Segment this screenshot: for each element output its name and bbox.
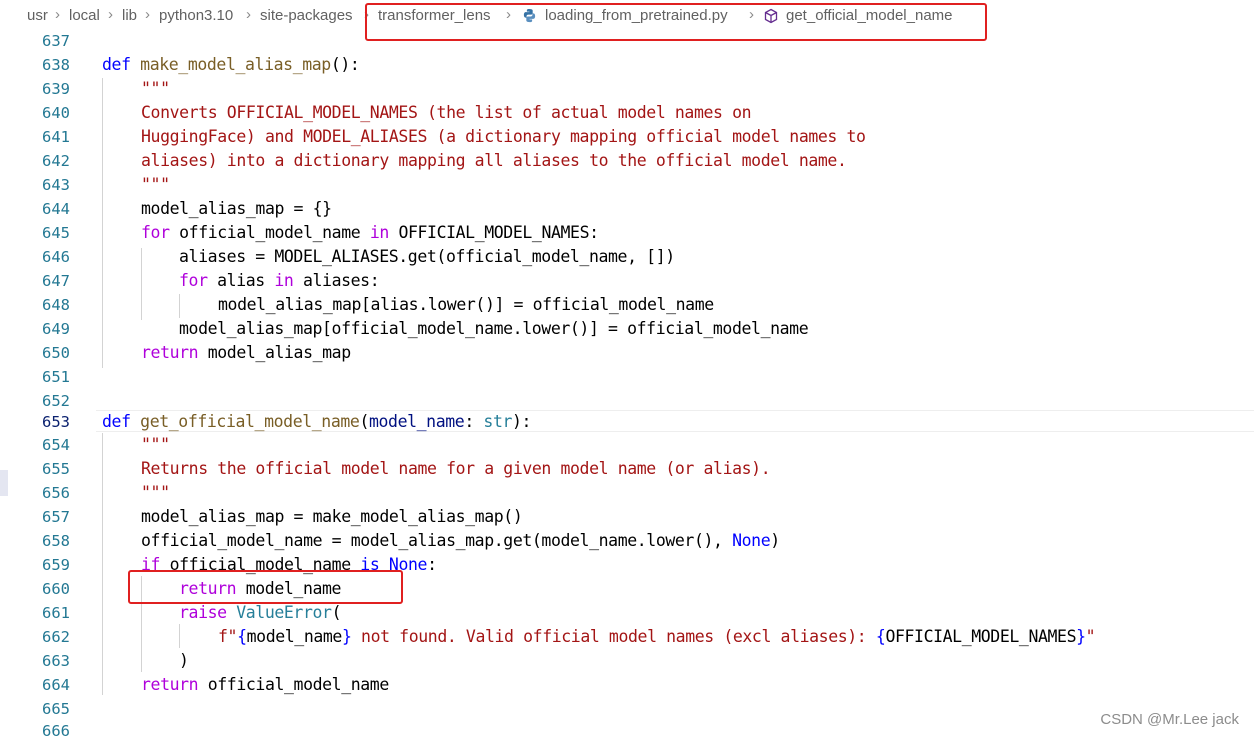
breadcrumb-python[interactable]: python3.10 (159, 7, 233, 24)
line-number: 664 (42, 676, 70, 694)
line-number: 666 (42, 722, 70, 740)
code-text: f"{model_name} not found. Valid official… (218, 627, 1096, 646)
code-line: 649 model_alias_map[official_model_name.… (0, 318, 1254, 342)
code-text: raise ValueError( (179, 603, 342, 622)
code-line: 657 model_alias_map = make_model_alias_m… (0, 506, 1254, 530)
line-number: 650 (42, 344, 70, 362)
code-line: 646 aliases = MODEL_ALIASES.get(official… (0, 246, 1254, 270)
code-line: 644 model_alias_map = {} (0, 198, 1254, 222)
code-text: for alias in aliases: (179, 271, 380, 290)
code-text: aliases) into a dictionary mapping all a… (141, 151, 847, 170)
code-line: 648 model_alias_map[alias.lower()] = off… (0, 294, 1254, 318)
code-line: 665 (0, 698, 1254, 722)
breadcrumb-site-packages[interactable]: site-packages (260, 7, 353, 24)
line-number: 639 (42, 80, 70, 98)
code-text: model_alias_map[alias.lower()] = officia… (218, 295, 714, 314)
line-number: 655 (42, 460, 70, 478)
code-line: 655 Returns the official model name for … (0, 458, 1254, 482)
code-line: 640 Converts OFFICIAL_MODEL_NAMES (the l… (0, 102, 1254, 126)
code-text: Converts OFFICIAL_MODEL_NAMES (the list … (141, 103, 752, 122)
code-text: """ (141, 483, 170, 502)
code-line: 638 def make_model_alias_map(): (0, 54, 1254, 78)
code-line: 651 (0, 366, 1254, 390)
code-text: ) (179, 651, 189, 670)
code-line: 643 """ (0, 174, 1254, 198)
line-number: 640 (42, 104, 70, 122)
line-number: 656 (42, 484, 70, 502)
line-number: 657 (42, 508, 70, 526)
code-line: 647 for alias in aliases: (0, 270, 1254, 294)
line-number: 662 (42, 628, 70, 646)
code-line: 661 raise ValueError( (0, 602, 1254, 626)
breadcrumb-usr[interactable]: usr (27, 7, 48, 24)
line-number: 637 (42, 32, 70, 50)
chevron-right-icon: › (246, 6, 251, 23)
line-number: 651 (42, 368, 70, 386)
watermark: CSDN @Mr.Lee jack (1100, 711, 1239, 728)
code-text: def make_model_alias_map(): (102, 55, 360, 74)
code-text: for official_model_name in OFFICIAL_MODE… (141, 223, 599, 242)
chevron-right-icon: › (108, 6, 113, 23)
line-number: 643 (42, 176, 70, 194)
code-line: 666 (0, 720, 1254, 744)
code-line: 664 return official_model_name (0, 674, 1254, 698)
line-number: 649 (42, 320, 70, 338)
line-number: 645 (42, 224, 70, 242)
code-line: 653 def get_official_model_name(model_na… (0, 411, 1254, 435)
code-text: aliases = MODEL_ALIASES.get(official_mod… (179, 247, 675, 266)
code-line: 654 """ (0, 434, 1254, 458)
code-line: 663 ) (0, 650, 1254, 674)
code-text: def get_official_model_name(model_name: … (102, 412, 532, 431)
code-line: 645 for official_model_name in OFFICIAL_… (0, 222, 1254, 246)
code-line: 639 """ (0, 78, 1254, 102)
code-line: 641 HuggingFace) and MODEL_ALIASES (a di… (0, 126, 1254, 150)
line-number: 652 (42, 392, 70, 410)
breadcrumb-lib[interactable]: lib (122, 7, 137, 24)
line-number: 638 (42, 56, 70, 74)
annotation-box-return (128, 570, 403, 604)
chevron-right-icon: › (55, 6, 60, 23)
line-number: 659 (42, 556, 70, 574)
code-line: 637 (0, 30, 1254, 54)
code-text: HuggingFace) and MODEL_ALIASES (a dictio… (141, 127, 866, 146)
code-editor[interactable]: 637 638 def make_model_alias_map(): 639 … (0, 30, 1254, 740)
code-text: Returns the official model name for a gi… (141, 459, 771, 478)
code-text: official_model_name = model_alias_map.ge… (141, 531, 780, 550)
code-line: 662 f"{model_name} not found. Valid offi… (0, 626, 1254, 650)
breadcrumb-local[interactable]: local (69, 7, 100, 24)
chevron-right-icon: › (145, 6, 150, 23)
code-line: 658 official_model_name = model_alias_ma… (0, 530, 1254, 554)
line-number: 665 (42, 700, 70, 718)
line-number: 663 (42, 652, 70, 670)
line-number: 644 (42, 200, 70, 218)
code-text: model_alias_map[official_model_name.lowe… (179, 319, 809, 338)
code-line: 642 aliases) into a dictionary mapping a… (0, 150, 1254, 174)
line-number: 648 (42, 296, 70, 314)
code-text: model_alias_map = make_model_alias_map() (141, 507, 523, 526)
line-number: 642 (42, 152, 70, 170)
line-number: 660 (42, 580, 70, 598)
line-number: 646 (42, 248, 70, 266)
code-line: 650 return model_alias_map (0, 342, 1254, 366)
line-number: 647 (42, 272, 70, 290)
line-number: 641 (42, 128, 70, 146)
line-number: 661 (42, 604, 70, 622)
code-text: """ (141, 175, 170, 194)
code-text: model_alias_map = {} (141, 199, 332, 218)
line-number: 658 (42, 532, 70, 550)
code-line: 656 """ (0, 482, 1254, 506)
line-number: 654 (42, 436, 70, 454)
line-number: 653 (42, 413, 70, 431)
code-text: return official_model_name (141, 675, 389, 694)
code-text: return model_alias_map (141, 343, 351, 362)
code-text: """ (141, 79, 170, 98)
code-text: """ (141, 435, 170, 454)
